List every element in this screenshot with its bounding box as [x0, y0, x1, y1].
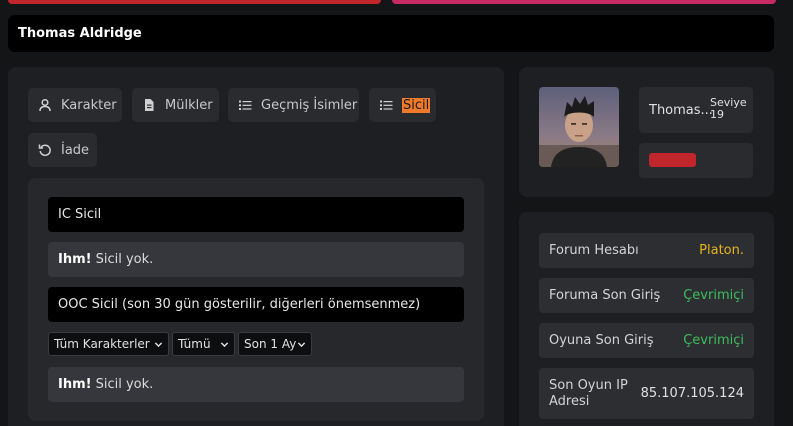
avatar	[539, 87, 619, 167]
stat-label: Forum Hesabı	[549, 243, 639, 258]
stat-value: 85.107.105.124	[640, 386, 744, 401]
stat-value: Platon.	[699, 243, 744, 258]
character-filter-select[interactable]: Tüm Karakterler	[48, 332, 169, 356]
top-accent-bar-pink	[392, 0, 776, 4]
document-icon	[145, 99, 154, 111]
character-filter-value: Tüm Karakterler	[54, 337, 150, 351]
tab-gecmis-isimler[interactable]: Geçmiş İsimler	[228, 88, 359, 122]
stat-label: Son Oyun IP Adresi	[549, 377, 628, 409]
status-badge	[649, 153, 696, 167]
type-filter-value: Tümü	[178, 337, 211, 351]
stat-forum-account: Forum Hesabı Platon.	[539, 233, 754, 268]
chevron-down-icon	[154, 341, 163, 347]
record-panel: Karakter Mülkler Geçmiş İsimler Sicil İa…	[8, 67, 504, 426]
empty-prefix: Ihm!	[58, 252, 92, 267]
user-icon	[39, 98, 51, 112]
profile-panel: Thomas... Seviye 19	[519, 67, 774, 197]
empty-text: Sicil yok.	[95, 377, 154, 392]
period-filter-select[interactable]: Son 1 Ay	[238, 332, 312, 356]
level-display: Seviye 19	[710, 97, 747, 121]
tab-karakter[interactable]: Karakter	[28, 88, 122, 122]
ic-record-title: IC Sicil	[58, 207, 102, 222]
ooc-record-title: OOC Sicil (son 30 gün gösterilir, diğerl…	[58, 297, 421, 312]
player-name: Thomas Aldridge	[18, 26, 142, 41]
ooc-record-header: OOC Sicil (son 30 gün gösterilir, diğerl…	[48, 287, 464, 322]
chevron-down-icon	[220, 341, 229, 347]
empty-prefix: Ihm!	[58, 377, 92, 392]
tab-label: Sicil	[402, 97, 431, 113]
ic-record-header: IC Sicil	[48, 197, 464, 232]
list-icon	[239, 100, 252, 110]
stat-label: Foruma Son Giriş	[549, 288, 661, 303]
tab-label: İade	[61, 142, 90, 158]
account-stats-panel: Forum Hesabı Platon. Foruma Son Giriş Çe…	[519, 212, 774, 426]
tab-mulkler[interactable]: Mülkler	[132, 88, 219, 122]
tab-sicil[interactable]: Sicil	[369, 88, 436, 122]
list-icon	[380, 100, 393, 110]
refresh-icon	[38, 144, 51, 157]
period-filter-value: Son 1 Ay	[244, 337, 297, 351]
stat-value: Çevrimiçi	[683, 288, 744, 303]
stat-game-last-login: Oyuna Son Giriş Çevrimiçi	[539, 323, 754, 358]
level-value: 19	[710, 108, 724, 121]
top-accent-bar-red	[8, 0, 381, 4]
stat-forum-last-login: Foruma Son Giriş Çevrimiçi	[539, 278, 754, 313]
tab-label: Karakter	[61, 97, 117, 113]
stat-value: Çevrimiçi	[683, 333, 744, 348]
player-name-bar: Thomas Aldridge	[8, 15, 774, 52]
ooc-record-empty: Ihm! Sicil yok.	[48, 367, 464, 402]
stat-label: Oyuna Son Giriş	[549, 333, 654, 348]
empty-text: Sicil yok.	[95, 252, 154, 267]
chevron-down-icon	[297, 341, 306, 347]
stat-last-ip: Son Oyun IP Adresi 85.107.105.124	[539, 368, 754, 419]
record-content: IC Sicil Ihm! Sicil yok. OOC Sicil (son …	[28, 178, 484, 421]
tab-iade[interactable]: İade	[28, 133, 97, 167]
profile-name: Thomas...	[649, 102, 713, 118]
profile-name-box: Thomas... Seviye 19	[639, 87, 753, 133]
type-filter-select[interactable]: Tümü	[172, 332, 235, 356]
profile-badge-box	[639, 143, 753, 178]
tab-label: Geçmiş İsimler	[261, 97, 358, 113]
tab-label: Mülkler	[165, 97, 213, 113]
ic-record-empty: Ihm! Sicil yok.	[48, 242, 464, 277]
